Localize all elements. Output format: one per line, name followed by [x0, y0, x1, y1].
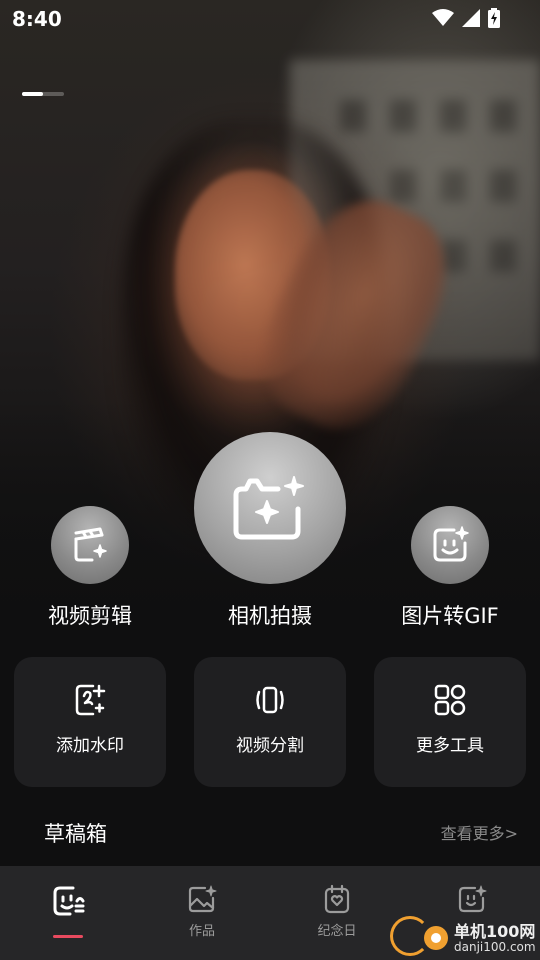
status-bar: 8:40: [0, 0, 540, 36]
watermark-add-icon: [75, 684, 106, 716]
image-to-gif-label: 图片转GIF: [401, 604, 499, 628]
camera-shoot-button[interactable]: [194, 432, 346, 584]
profile-face-icon: [458, 885, 487, 913]
tab-works[interactable]: 作品: [162, 884, 242, 939]
home-face-icon: [53, 886, 85, 916]
active-tab-indicator: [53, 935, 83, 938]
tab-works-label: 作品: [188, 924, 215, 939]
more-tools-card[interactable]: 更多工具: [374, 657, 526, 787]
image-to-gif-button[interactable]: [411, 506, 489, 584]
add-watermark-label: 添加水印: [56, 736, 124, 756]
add-watermark-card[interactable]: 添加水印: [14, 657, 166, 787]
video-split-icon: [256, 686, 284, 714]
gallery-icon: [188, 885, 217, 913]
drafts-title: 草稿箱: [44, 822, 107, 846]
video-edit-button[interactable]: [51, 506, 129, 584]
more-tools-label: 更多工具: [416, 736, 484, 756]
smile-face-sparkle-icon: [433, 526, 469, 562]
video-edit-label: 视频剪辑: [48, 604, 132, 628]
banner-progress-fill: [22, 92, 43, 96]
calendar-heart-icon: [324, 884, 350, 914]
camera-sparkle-icon: [233, 476, 304, 540]
watermark-line1: 单机100网: [454, 922, 536, 941]
battery-charging-icon: [488, 8, 500, 28]
status-time: 8:40: [12, 7, 62, 31]
tab-home[interactable]: [28, 884, 108, 924]
watermark-dot-icon: [424, 926, 448, 950]
wifi-icon: [432, 9, 454, 26]
video-split-card[interactable]: 视频分割: [194, 657, 346, 787]
site-watermark: 单机100网 danji100.com: [390, 914, 540, 960]
tab-anniversary[interactable]: 纪念日: [297, 884, 377, 939]
grid-tools-icon: [434, 684, 466, 716]
watermark-line2: danji100.com: [454, 940, 536, 954]
signal-icon: [462, 9, 480, 27]
camera-shoot-label: 相机拍摄: [228, 604, 312, 628]
drafts-see-more-link[interactable]: 查看更多>: [441, 820, 518, 844]
tab-anniversary-label: 纪念日: [317, 924, 357, 939]
video-split-label: 视频分割: [236, 736, 304, 756]
banner-progress: [22, 92, 64, 96]
clapper-sparkle-icon: [74, 527, 107, 562]
